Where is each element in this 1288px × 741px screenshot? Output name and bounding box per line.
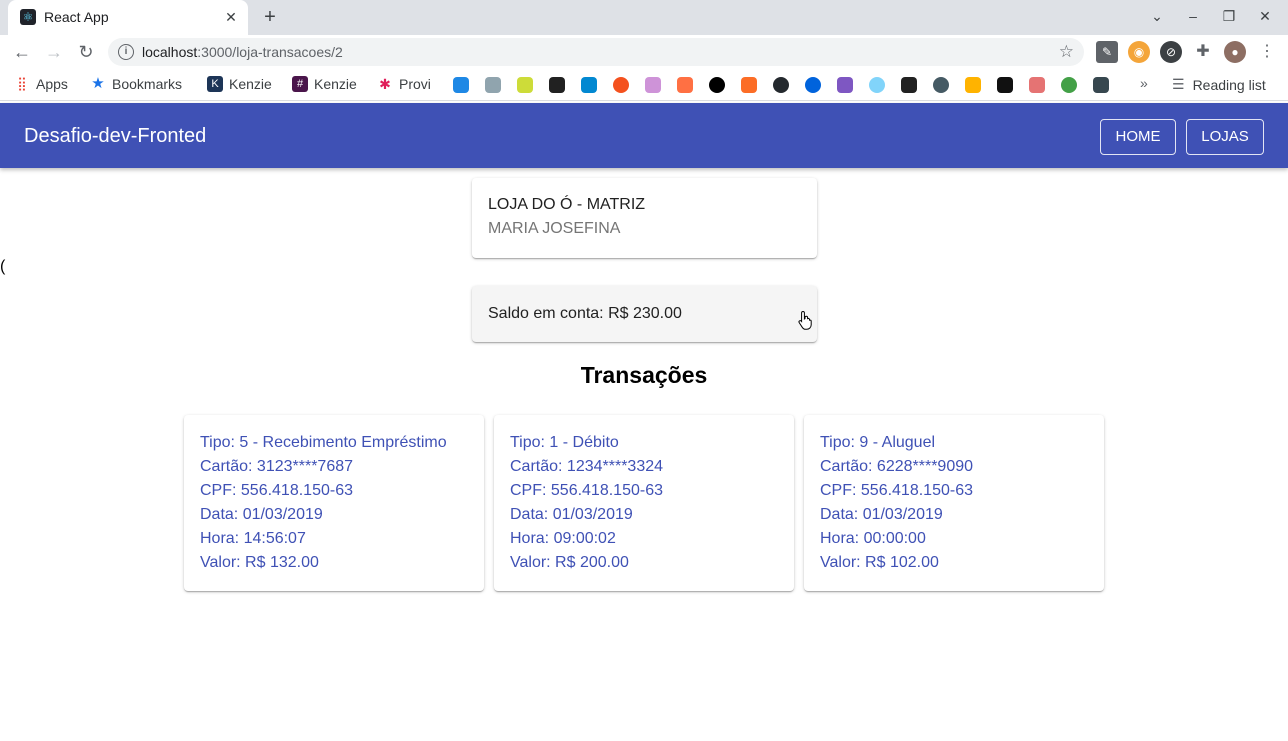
bookmark-kenzie-2[interactable]: # Kenzie bbox=[292, 76, 357, 92]
bookmark-favicon-icon[interactable] bbox=[517, 77, 533, 93]
transaction-hora: Hora: 09:00:02 bbox=[510, 530, 616, 547]
github-icon[interactable] bbox=[773, 77, 789, 93]
transaction-hora: Hora: 14:56:07 bbox=[200, 530, 306, 547]
bookmark-favicon-icon[interactable] bbox=[549, 77, 565, 93]
trophy-icon[interactable] bbox=[965, 77, 981, 93]
bookmark-favicon-icon[interactable] bbox=[485, 77, 501, 93]
transaction-data: Data: 01/03/2019 bbox=[510, 506, 633, 523]
codepen-icon[interactable] bbox=[901, 77, 917, 93]
reload-icon[interactable]: ↻ bbox=[74, 40, 98, 64]
transaction-card: Tipo: 1 - Débito Cartão: 1234****3324 CP… bbox=[494, 415, 794, 591]
bookmark-apps[interactable]: ⣿ Apps bbox=[14, 76, 68, 92]
new-tab-icon[interactable]: + bbox=[258, 5, 282, 29]
minimize-icon[interactable]: – bbox=[1184, 8, 1202, 25]
bookmark-favicon-icon[interactable] bbox=[709, 77, 725, 93]
transaction-data: Data: 01/03/2019 bbox=[200, 506, 323, 523]
bookmark-favicon-icon[interactable] bbox=[837, 77, 853, 93]
transaction-cpf: CPF: 556.418.150-63 bbox=[200, 482, 353, 499]
transaction-valor: Valor: R$ 200.00 bbox=[510, 554, 629, 571]
reading-list-button[interactable]: ☰ Reading list bbox=[1172, 76, 1266, 93]
extension-face-icon[interactable]: ◉ bbox=[1128, 41, 1150, 63]
bookmark-favicon-icon[interactable] bbox=[1093, 77, 1109, 93]
transaction-valor: Valor: R$ 102.00 bbox=[820, 554, 939, 571]
forward-icon[interactable]: → bbox=[42, 40, 66, 64]
browser-tab[interactable]: ⚛ React App ✕ bbox=[8, 0, 248, 35]
transaction-cartao: Cartão: 1234****3324 bbox=[510, 458, 664, 475]
bookmark-favicon-icon[interactable] bbox=[1029, 77, 1045, 93]
bookmark-favicon-icon[interactable] bbox=[453, 77, 469, 93]
bookmark-favicon-icon[interactable] bbox=[581, 77, 597, 93]
transaction-tipo: Tipo: 9 - Aluguel bbox=[820, 434, 936, 451]
balance-card[interactable]: Saldo em conta: R$ 230.00 bbox=[472, 286, 817, 342]
transaction-cartao: Cartão: 6228****9090 bbox=[820, 458, 974, 475]
cloud-icon[interactable] bbox=[869, 77, 885, 93]
tab-close-icon[interactable]: ✕ bbox=[222, 8, 240, 26]
address-bar[interactable]: i localhost:3000/loja-transacoes/2 ☆ bbox=[108, 38, 1084, 66]
browser-menu-icon[interactable]: ⋮ bbox=[1256, 41, 1278, 63]
stray-text: ( bbox=[0, 258, 6, 275]
tab-search-icon[interactable]: ⌄ bbox=[1148, 8, 1166, 25]
transaction-card: Tipo: 9 - Aluguel Cartão: 6228****9090 C… bbox=[804, 415, 1104, 591]
browser-tabstrip: ⚛ React App ✕ + ⌄ – ❐ ✕ bbox=[0, 0, 1288, 35]
transaction-cpf: CPF: 556.418.150-63 bbox=[820, 482, 973, 499]
bookmark-bookmarks[interactable]: ★ Bookmarks bbox=[90, 75, 182, 93]
transaction-data: Data: 01/03/2019 bbox=[820, 506, 943, 523]
apps-grid-icon: ⣿ bbox=[17, 76, 27, 91]
bookmark-star-icon[interactable]: ☆ bbox=[1059, 42, 1074, 62]
balance-text: Saldo em conta: R$ 230.00 bbox=[488, 305, 682, 322]
transaction-tipo: Tipo: 1 - Débito bbox=[510, 434, 619, 451]
transaction-card: Tipo: 5 - Recebimento Empréstimo Cartão:… bbox=[184, 415, 484, 591]
flickr-icon[interactable] bbox=[805, 77, 821, 93]
react-favicon-icon: ⚛ bbox=[20, 9, 36, 25]
close-window-icon[interactable]: ✕ bbox=[1256, 8, 1274, 25]
app-bar: Desafio-dev-Fronted HOME LOJAS bbox=[0, 103, 1288, 168]
browser-toolbar: ← → ↻ i localhost:3000/loja-transacoes/2… bbox=[0, 35, 1288, 69]
bookmark-provi[interactable]: ✱ Provi bbox=[377, 76, 431, 92]
gitlab-icon[interactable] bbox=[741, 77, 757, 93]
fire-icon[interactable] bbox=[613, 77, 629, 93]
bookmarks-overflow-icon[interactable]: » bbox=[1140, 75, 1148, 91]
url-text[interactable]: localhost:3000/loja-transacoes/2 bbox=[142, 44, 343, 60]
tab-title: React App bbox=[44, 9, 109, 25]
bookmark-kenzie-1[interactable]: K Kenzie bbox=[207, 76, 272, 92]
restore-icon[interactable]: ❐ bbox=[1220, 8, 1238, 25]
bookmark-favicon-icon[interactable] bbox=[677, 77, 693, 93]
kenzie-logo-icon: K bbox=[207, 76, 223, 92]
transaction-cpf: CPF: 556.418.150-63 bbox=[510, 482, 663, 499]
transaction-valor: Valor: R$ 132.00 bbox=[200, 554, 319, 571]
store-owner: MARIA JOSEFINA bbox=[488, 220, 621, 237]
window-controls: ⌄ – ❐ ✕ bbox=[1148, 8, 1274, 25]
slack-logo-icon: # bbox=[292, 76, 308, 92]
mongodb-leaf-icon[interactable] bbox=[1061, 77, 1077, 93]
extensions-puzzle-icon[interactable]: ✚ bbox=[1192, 41, 1214, 63]
bookmark-star-filled-icon: ★ bbox=[91, 75, 105, 92]
extensions-area: ✎ ◉ ⊘ ✚ ● ⋮ bbox=[1096, 41, 1278, 63]
bookmark-favicon-icon[interactable] bbox=[997, 77, 1013, 93]
back-icon[interactable]: ← bbox=[10, 40, 34, 64]
transaction-hora: Hora: 00:00:00 bbox=[820, 530, 926, 547]
slack-hash-icon: ✱ bbox=[379, 76, 391, 92]
transaction-tipo: Tipo: 5 - Recebimento Empréstimo bbox=[200, 434, 447, 451]
transaction-cartao: Cartão: 3123****7687 bbox=[200, 458, 354, 475]
app-title: Desafio-dev-Fronted bbox=[24, 125, 207, 147]
home-button[interactable]: HOME bbox=[1100, 119, 1176, 155]
code-icon[interactable] bbox=[645, 77, 661, 93]
extension-speed-icon[interactable]: ⊘ bbox=[1160, 41, 1182, 63]
lojas-button[interactable]: LOJAS bbox=[1186, 119, 1264, 155]
bookmark-favicon-icon[interactable] bbox=[933, 77, 949, 93]
profile-avatar-icon[interactable]: ● bbox=[1224, 41, 1246, 63]
reading-list-icon: ☰ bbox=[1172, 76, 1185, 92]
extension-tools-icon[interactable]: ✎ bbox=[1096, 41, 1118, 63]
hand-pointer-icon bbox=[798, 310, 812, 330]
site-info-icon[interactable]: i bbox=[118, 44, 134, 60]
transactions-title: Transações bbox=[580, 362, 708, 388]
bookmarks-bar: ⣿ Apps ★ Bookmarks K Kenzie # Kenzie ✱ P… bbox=[0, 69, 1288, 101]
store-card: LOJA DO Ó - MATRIZ MARIA JOSEFINA bbox=[472, 178, 817, 258]
store-name: LOJA DO Ó - MATRIZ bbox=[488, 196, 646, 213]
